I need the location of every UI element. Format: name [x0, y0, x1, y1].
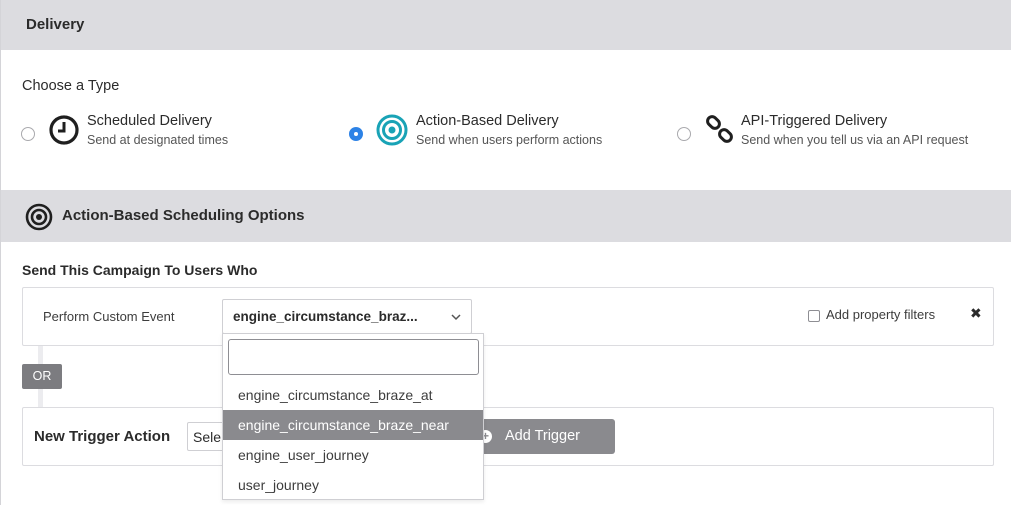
new-trigger-label: New Trigger Action	[34, 428, 171, 445]
remove-trigger-icon[interactable]: ✖	[970, 305, 982, 322]
send-campaign-label: Send This Campaign To Users Who	[22, 262, 258, 278]
scheduling-options-header: Action-Based Scheduling Options	[1, 190, 1011, 242]
trigger-action-type-label: Perform Custom Event	[43, 309, 175, 324]
delivery-header-title: Delivery	[26, 16, 85, 33]
action-based-delivery-title[interactable]: Action-Based Delivery	[416, 113, 559, 129]
action-based-delivery-subtitle: Send when users perform actions	[416, 133, 603, 147]
action-based-delivery-radio[interactable]	[349, 127, 363, 141]
add-trigger-label: Add Trigger	[505, 428, 580, 444]
dropdown-option[interactable]: engine_user_journey	[223, 440, 483, 470]
api-triggered-delivery-title[interactable]: API-Triggered Delivery	[741, 113, 887, 129]
scheduled-delivery-title[interactable]: Scheduled Delivery	[87, 113, 212, 129]
dropdown-search-input[interactable]	[228, 339, 479, 375]
dropdown-option[interactable]: engine_circumstance_braze_at	[223, 380, 483, 410]
target-icon	[25, 203, 53, 231]
add-trigger-button[interactable]: + Add Trigger	[461, 419, 615, 454]
delivery-header: Delivery	[1, 0, 1011, 50]
chevron-down-icon	[451, 314, 461, 321]
property-filters-checkbox[interactable]	[808, 310, 820, 322]
link-icon	[706, 115, 733, 143]
dropdown-option-highlighted[interactable]: engine_circumstance_braze_near	[223, 410, 483, 440]
scheduling-options-title: Action-Based Scheduling Options	[62, 207, 305, 224]
or-badge: OR	[22, 364, 62, 389]
custom-event-dropdown: engine_circumstance_braze_at engine_circ…	[222, 333, 484, 500]
custom-event-select[interactable]: engine_circumstance_braz...	[222, 299, 472, 334]
campaign-delivery-page: Delivery Choose a Type Scheduled Deliver…	[0, 0, 1011, 505]
clock-icon	[49, 115, 79, 145]
custom-event-selected-value: engine_circumstance_braz...	[233, 309, 418, 324]
choose-type-label: Choose a Type	[22, 78, 120, 94]
property-filters-label[interactable]: Add property filters	[826, 307, 935, 322]
dropdown-option[interactable]: user_journey	[223, 470, 483, 500]
api-triggered-delivery-radio[interactable]	[677, 127, 691, 141]
scheduled-delivery-subtitle: Send at designated times	[87, 133, 229, 147]
target-icon	[376, 114, 408, 146]
api-triggered-delivery-subtitle: Send when you tell us via an API request	[741, 133, 969, 147]
scheduled-delivery-radio[interactable]	[21, 127, 35, 141]
